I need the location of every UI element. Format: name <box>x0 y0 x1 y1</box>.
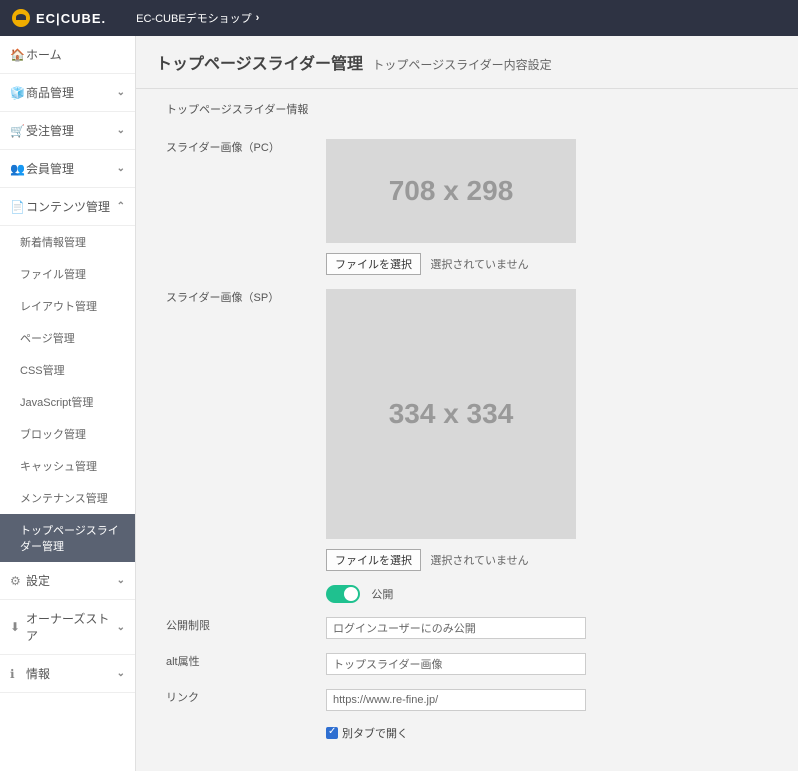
label-alt: alt属性 <box>166 653 326 675</box>
chevron-down-icon <box>117 87 125 98</box>
sub-item-file[interactable]: ファイル管理 <box>0 258 135 290</box>
logo-text: EC|CUBE. <box>36 11 106 26</box>
row-link: リンク 別タブで開く <box>166 675 768 741</box>
home-icon: 🏠 <box>10 48 26 62</box>
preview-image-pc: 708 x 298 <box>326 139 576 243</box>
sidebar-item-label: 受注管理 <box>26 122 117 139</box>
file-status-sp: 選択されていません <box>430 555 528 567</box>
sub-item-layout[interactable]: レイアウト管理 <box>0 290 135 322</box>
sidebar-item-order[interactable]: 🛒 受注管理 <box>0 112 135 150</box>
main-content: トップページスライダー管理 トップページスライダー内容設定 トップページスライダ… <box>136 36 798 771</box>
sidebar: 🏠 ホーム 🧊 商品管理 🛒 受注管理 👥 会員管理 📄 コンテンツ管理 新着情… <box>0 36 136 771</box>
chevron-down-icon <box>117 575 125 586</box>
publish-toggle-label: 公開 <box>371 589 393 601</box>
shop-name-label: EC-CUBEデモショップ <box>136 10 252 26</box>
label-empty <box>166 585 326 603</box>
cart-icon: 🛒 <box>10 124 26 138</box>
sidebar-item-home[interactable]: 🏠 ホーム <box>0 36 135 74</box>
sidebar-item-member[interactable]: 👥 会員管理 <box>0 150 135 188</box>
label-publish-restrict: 公開制限 <box>166 617 326 639</box>
sidebar-item-content[interactable]: 📄 コンテンツ管理 <box>0 188 135 226</box>
row-slider-image-sp: スライダー画像（SP） 334 x 334 ファイルを選択 選択されていません <box>166 275 768 571</box>
section-label: トップページスライダー情報 <box>136 89 798 125</box>
sidebar-item-label: 商品管理 <box>26 84 117 101</box>
chevron-down-icon <box>117 668 125 679</box>
sub-item-cache[interactable]: キャッシュ管理 <box>0 450 135 482</box>
file-icon: 📄 <box>10 200 26 214</box>
chevron-down-icon <box>117 125 125 136</box>
logo: EC|CUBE. <box>12 9 106 27</box>
form-area: スライダー画像（PC） 708 x 298 ファイルを選択 選択されていません … <box>136 125 798 771</box>
sub-item-news[interactable]: 新着情報管理 <box>0 226 135 258</box>
sub-item-top-slider[interactable]: トップページスライダー管理 <box>0 514 135 562</box>
sidebar-item-owners-store[interactable]: ⬇ オーナーズストア <box>0 600 135 655</box>
page-title: トップページスライダー管理 <box>156 56 363 73</box>
users-icon: 👥 <box>10 162 26 176</box>
publish-restrict-input[interactable] <box>326 617 586 639</box>
cube-icon: 🧊 <box>10 86 26 100</box>
sidebar-item-product[interactable]: 🧊 商品管理 <box>0 74 135 112</box>
row-alt: alt属性 <box>166 639 768 675</box>
sidebar-item-label: ホーム <box>26 46 125 63</box>
file-status-pc: 選択されていません <box>430 259 528 271</box>
sidebar-item-label: 情報 <box>26 665 117 682</box>
sub-item-block[interactable]: ブロック管理 <box>0 418 135 450</box>
sidebar-item-info[interactable]: ℹ 情報 <box>0 655 135 693</box>
shop-link[interactable]: EC-CUBEデモショップ <box>136 10 259 26</box>
file-select-button-sp[interactable]: ファイルを選択 <box>326 549 421 571</box>
sub-item-maintenance[interactable]: メンテナンス管理 <box>0 482 135 514</box>
sub-item-css[interactable]: CSS管理 <box>0 354 135 386</box>
sidebar-item-settings[interactable]: ⚙ 設定 <box>0 562 135 600</box>
page-heading: トップページスライダー管理 トップページスライダー内容設定 <box>136 36 798 89</box>
preview-image-sp: 334 x 334 <box>326 289 576 539</box>
row-publish-restrict: 公開制限 <box>166 603 768 639</box>
publish-toggle[interactable] <box>326 585 360 603</box>
row-publish-toggle: 公開 <box>166 571 768 603</box>
sub-item-js[interactable]: JavaScript管理 <box>0 386 135 418</box>
info-icon: ℹ <box>10 667 26 681</box>
file-select-button-pc[interactable]: ファイルを選択 <box>326 253 421 275</box>
logo-icon <box>12 9 30 27</box>
label-link: リンク <box>166 689 326 741</box>
new-tab-checkbox[interactable] <box>326 727 338 739</box>
label-slider-image-pc: スライダー画像（PC） <box>166 139 326 275</box>
chevron-up-icon <box>117 201 125 212</box>
chevron-down-icon <box>117 163 125 174</box>
new-tab-row: 別タブで開く <box>326 725 768 741</box>
sidebar-item-label: コンテンツ管理 <box>26 198 117 215</box>
sub-item-page[interactable]: ページ管理 <box>0 322 135 354</box>
gear-icon: ⚙ <box>10 574 26 588</box>
chevron-down-icon <box>117 622 125 633</box>
label-slider-image-sp: スライダー画像（SP） <box>166 289 326 571</box>
page-subtitle: トップページスライダー内容設定 <box>372 58 551 72</box>
topbar: EC|CUBE. EC-CUBEデモショップ <box>0 0 798 36</box>
sidebar-item-label: 設定 <box>26 572 117 589</box>
sidebar-submenu-content: 新着情報管理 ファイル管理 レイアウト管理 ページ管理 CSS管理 JavaSc… <box>0 226 135 562</box>
alt-input[interactable] <box>326 653 586 675</box>
download-icon: ⬇ <box>10 620 26 634</box>
sidebar-item-label: オーナーズストア <box>26 610 117 644</box>
chevron-right-icon <box>256 12 260 24</box>
link-input[interactable] <box>326 689 586 711</box>
sidebar-item-label: 会員管理 <box>26 160 117 177</box>
new-tab-label: 別タブで開く <box>342 725 408 741</box>
row-slider-image-pc: スライダー画像（PC） 708 x 298 ファイルを選択 選択されていません <box>166 125 768 275</box>
